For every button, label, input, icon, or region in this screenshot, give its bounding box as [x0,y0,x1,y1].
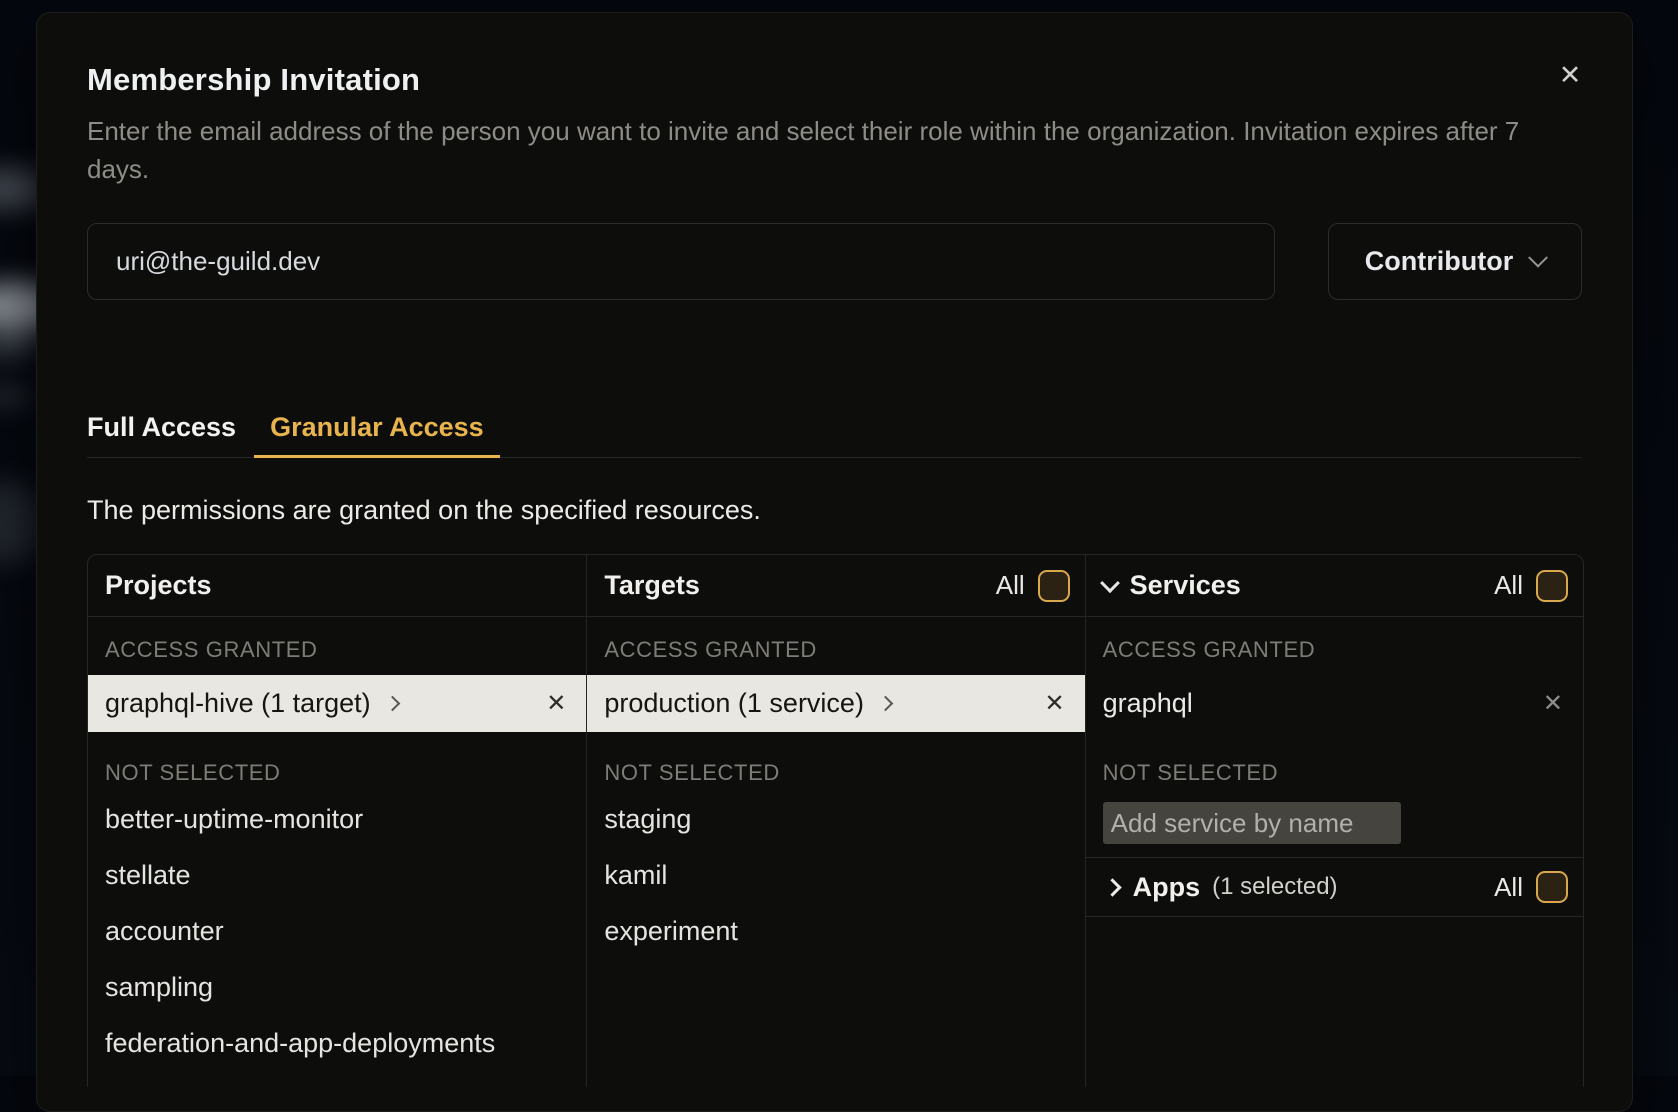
invite-row: Contributor [87,223,1582,300]
target-granted-name: production (1 service) [604,688,864,719]
chevron-right-icon [878,696,894,712]
chevron-right-icon [1103,878,1121,896]
resources-table: Projects Targets All Services All [87,554,1584,1087]
services-column: ACCESS GRANTED graphql ✕ NOT SELECTED Ap… [1085,617,1583,1087]
tab-granular-access[interactable]: Granular Access [254,412,500,458]
project-option[interactable]: federation-and-app-deployments [88,1015,586,1071]
access-granted-label: ACCESS GRANTED [88,637,586,663]
targets-all-label: All [996,570,1025,601]
services-header-toggle[interactable]: Services [1103,570,1241,601]
chevron-right-icon [384,696,400,712]
apps-row[interactable]: Apps (1 selected) All [1086,857,1583,917]
chevron-down-icon [1100,573,1120,593]
project-option[interactable]: sampling [88,959,586,1015]
target-granted-row[interactable]: production (1 service) ✕ [587,675,1084,732]
target-option[interactable]: kamil [587,847,1084,903]
project-options: better-uptime-monitor stellate accounter… [88,791,586,1071]
role-select[interactable]: Contributor [1328,223,1582,300]
projects-header: Projects [105,570,212,601]
project-option[interactable]: stellate [88,847,586,903]
not-selected-label: NOT SELECTED [1086,760,1583,786]
project-granted-row[interactable]: graphql-hive (1 target) ✕ [88,675,586,732]
apps-all-checkbox[interactable] [1536,871,1568,903]
role-select-value: Contributor [1365,246,1513,277]
remove-project-icon[interactable]: ✕ [546,692,566,716]
access-granted-label: ACCESS GRANTED [587,637,1084,663]
backdrop-blur-artifact [0,385,34,407]
services-all-label: All [1494,570,1523,601]
apps-label: Apps [1133,872,1201,903]
dialog-description: Enter the email address of the person yo… [87,112,1567,188]
projects-header-cell: Projects [88,555,586,616]
chevron-down-icon [1528,247,1548,267]
target-option[interactable]: experiment [587,903,1084,959]
not-selected-label: NOT SELECTED [587,760,1084,786]
dialog-title: Membership Invitation [87,61,1582,99]
resources-table-body: ACCESS GRANTED graphql-hive (1 target) ✕… [88,617,1583,1087]
targets-header-cell: Targets All [586,555,1084,616]
remove-service-icon[interactable]: ✕ [1543,692,1563,716]
close-icon: ✕ [1559,60,1582,90]
resources-table-header: Projects Targets All Services All [88,555,1583,617]
projects-column: ACCESS GRANTED graphql-hive (1 target) ✕… [88,617,586,1087]
target-options: staging kamil experiment [587,791,1084,959]
email-input[interactable] [87,223,1275,300]
project-granted-name: graphql-hive (1 target) [105,688,371,719]
apps-selected-count: (1 selected) [1212,873,1337,901]
services-header-cell: Services All [1085,555,1583,616]
add-service-input[interactable] [1103,802,1401,844]
services-all-checkbox[interactable] [1536,570,1568,602]
targets-column: ACCESS GRANTED production (1 service) ✕ … [586,617,1084,1087]
close-button[interactable]: ✕ [1548,53,1592,97]
project-option[interactable]: accounter [88,903,586,959]
project-option[interactable]: better-uptime-monitor [88,791,586,847]
backdrop-blur-artifact [0,332,38,358]
membership-invitation-dialog: ✕ Membership Invitation Enter the email … [36,12,1633,1112]
services-select-all[interactable]: All [1494,570,1568,602]
service-granted-row[interactable]: graphql ✕ [1086,675,1583,732]
targets-all-checkbox[interactable] [1038,570,1070,602]
target-option[interactable]: staging [587,791,1084,847]
targets-select-all[interactable]: All [996,570,1070,602]
apps-select-all[interactable]: All [1494,871,1568,903]
service-granted-name: graphql [1103,688,1193,719]
tab-full-access[interactable]: Full Access [87,412,236,457]
not-selected-label: NOT SELECTED [88,760,586,786]
services-header: Services [1130,570,1241,601]
permissions-note: The permissions are granted on the speci… [87,495,1582,526]
remove-target-icon[interactable]: ✕ [1045,692,1065,716]
apps-all-label: All [1494,872,1523,903]
targets-header: Targets [604,570,700,601]
access-tabs: Full Access Granular Access [87,412,1582,458]
access-granted-label: ACCESS GRANTED [1086,637,1583,663]
